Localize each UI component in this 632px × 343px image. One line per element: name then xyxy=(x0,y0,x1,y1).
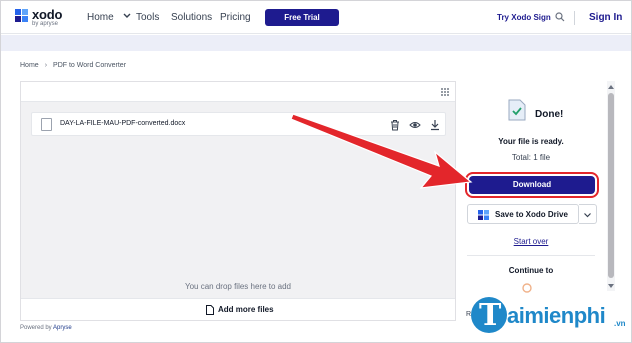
file-row[interactable]: DAY-LA-FILE-MAU-PDF-converted.docx xyxy=(31,112,446,136)
download-button[interactable]: Download xyxy=(469,176,595,194)
tool-icon[interactable] xyxy=(521,283,533,293)
app-window: xodo by apryse Home Tools Solutions Pric… xyxy=(0,0,632,343)
scrollbar[interactable] xyxy=(607,81,615,291)
search-icon[interactable] xyxy=(555,12,565,22)
xodo-logo-icon xyxy=(15,9,28,22)
total-files-text: Total: 1 file xyxy=(511,153,551,162)
watermark-text: aimienphi xyxy=(507,303,606,328)
save-to-drive-button[interactable]: Save to Xodo Drive xyxy=(467,204,579,224)
breadcrumb-home[interactable]: Home xyxy=(20,62,39,69)
try-xodo-sign-link[interactable]: Try Xodo Sign xyxy=(497,13,551,22)
panel-toolbar xyxy=(21,82,455,102)
watermark-letter: T xyxy=(479,298,502,333)
done-file-icon xyxy=(508,99,526,121)
breadcrumb-separator: › xyxy=(44,62,48,69)
save-to-drive-label: Save to Xodo Drive xyxy=(495,210,568,219)
powered-by-prefix: Powered by xyxy=(20,325,52,331)
scrollbar-thumb[interactable] xyxy=(608,93,614,278)
chevron-down-icon xyxy=(584,213,591,218)
banner-strip xyxy=(1,35,631,51)
logo[interactable]: xodo by apryse xyxy=(15,7,75,29)
file-name: DAY-LA-FILE-MAU-PDF-converted.docx xyxy=(60,120,186,127)
grid-icon[interactable] xyxy=(440,87,450,97)
save-options-button[interactable] xyxy=(579,204,597,224)
nav-pricing[interactable]: Pricing xyxy=(220,12,251,23)
nav-solutions[interactable]: Solutions xyxy=(171,12,212,23)
breadcrumb-current: PDF to Word Converter xyxy=(53,62,127,69)
add-more-files-label: Add more files xyxy=(218,305,274,314)
nav-tools[interactable]: Tools xyxy=(136,12,159,23)
add-more-files-button[interactable]: Add more files xyxy=(21,298,455,320)
nav-home[interactable]: Home xyxy=(87,12,114,23)
logo-subtitle: by apryse xyxy=(32,21,59,27)
done-title: Done! xyxy=(535,109,564,120)
drop-hint: You can drop files here to add xyxy=(184,282,291,291)
trash-icon[interactable] xyxy=(389,119,401,131)
powered-by-brand[interactable]: Apryse xyxy=(53,325,72,331)
result-panel: Done! Your file is ready. Total: 1 file … xyxy=(463,81,605,321)
download-icon[interactable] xyxy=(429,119,441,131)
divider xyxy=(467,255,595,256)
top-navbar: xodo by apryse Home Tools Solutions Pric… xyxy=(1,1,631,34)
continue-to-title: Continue to xyxy=(508,266,554,275)
breadcrumb: Home › PDF to Word Converter xyxy=(20,62,126,69)
logo-text: xodo xyxy=(32,7,63,22)
file-icon xyxy=(41,118,52,131)
scroll-up-icon[interactable] xyxy=(607,83,615,91)
powered-by: Powered by Apryse xyxy=(20,325,72,331)
watermark-suffix: .vn xyxy=(614,319,626,328)
free-trial-button[interactable]: Free Trial xyxy=(265,9,339,26)
document-icon xyxy=(206,305,214,315)
start-over-link[interactable]: Start over xyxy=(463,237,599,246)
scroll-down-icon[interactable] xyxy=(607,282,615,290)
drive-icon xyxy=(478,210,489,220)
divider xyxy=(574,11,575,25)
watermark-logo: T aimienphi .vn xyxy=(471,297,631,337)
eye-icon[interactable] xyxy=(409,119,421,131)
chevron-down-icon[interactable] xyxy=(122,11,132,21)
sign-in-link[interactable]: Sign In xyxy=(589,12,622,23)
file-list-panel: DAY-LA-FILE-MAU-PDF-converted.docx You c… xyxy=(20,81,456,321)
file-ready-text: Your file is ready. xyxy=(498,137,564,146)
